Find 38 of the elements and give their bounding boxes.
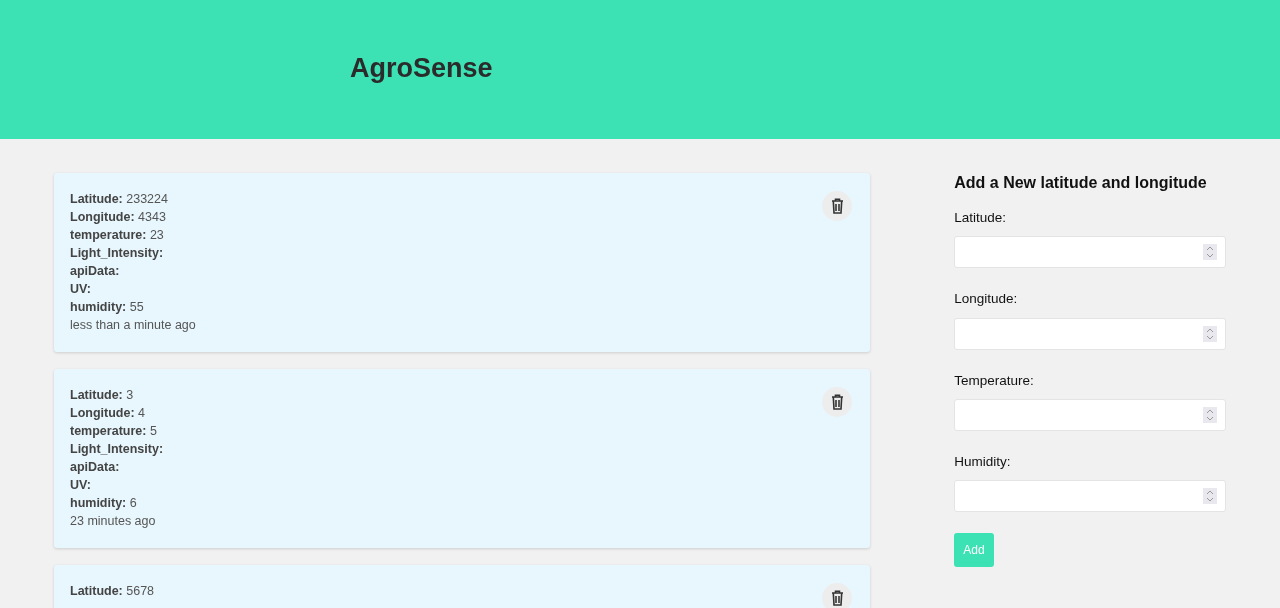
input-field[interactable] — [954, 480, 1226, 513]
trash-icon — [830, 590, 844, 606]
record-field: apiData: — [70, 458, 120, 476]
record-field: Longitude: 4 — [70, 404, 145, 422]
timestamp: less than a minute ago — [70, 317, 196, 334]
trash-icon — [830, 394, 844, 410]
spinner-icon[interactable] — [1203, 406, 1217, 423]
field-label: Longitude: — [954, 290, 1019, 309]
record-field: Latitude: 3 — [70, 386, 134, 404]
timestamp: 23 minutes ago — [70, 513, 156, 530]
record-field: humidity: 6 — [70, 494, 137, 512]
record-field: Latitude: 233224 — [70, 190, 168, 208]
record-field: Latitude: 5678 — [70, 582, 155, 600]
app-title: AgroSense — [350, 52, 494, 85]
field-label: Humidity: — [954, 452, 1012, 471]
record-field: Light_Intensity: — [70, 244, 164, 262]
input-field[interactable] — [954, 236, 1226, 269]
spinner-icon[interactable] — [1203, 488, 1217, 505]
record-field: Longitude: 4343 — [70, 208, 166, 226]
delete-button[interactable] — [822, 583, 853, 608]
record-field: temperature: 23 — [70, 226, 164, 244]
record-field: apiData: — [70, 262, 120, 280]
trash-icon — [830, 198, 844, 214]
field-label: Temperature: — [954, 371, 1035, 390]
input-field[interactable] — [954, 398, 1226, 431]
record-field: Light_Intensity: — [70, 440, 164, 458]
input-field[interactable] — [954, 317, 1226, 350]
form-title: Add a New latitude and longitude — [954, 173, 1208, 193]
spinner-icon[interactable] — [1203, 325, 1217, 342]
field-label: Latitude: — [954, 209, 1008, 228]
spinner-icon[interactable] — [1203, 244, 1217, 261]
delete-button[interactable] — [822, 191, 853, 221]
record-field: UV: — [70, 280, 91, 298]
delete-button[interactable] — [822, 387, 853, 417]
add-button[interactable]: Add — [954, 533, 994, 568]
record-field: temperature: 5 — [70, 422, 157, 440]
record-field: UV: — [70, 476, 91, 494]
record-field: humidity: 55 — [70, 298, 144, 316]
